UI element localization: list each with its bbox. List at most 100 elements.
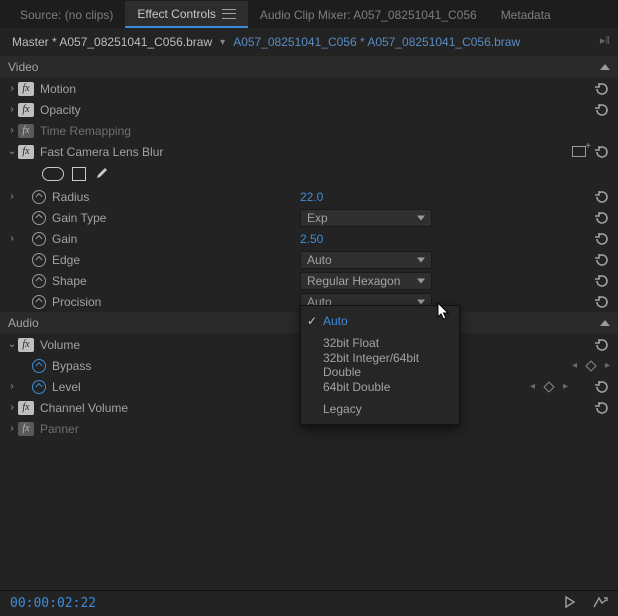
next-keyframe-icon[interactable]: ▸ xyxy=(605,360,610,371)
fx-badge-icon[interactable]: fx xyxy=(18,422,34,436)
reset-icon[interactable] xyxy=(594,103,610,117)
add-keyframe-icon[interactable] xyxy=(585,360,596,371)
reset-icon[interactable] xyxy=(594,401,610,415)
section-video[interactable]: Video xyxy=(0,56,618,78)
procision-dropdown-menu: Auto 32bit Float 32bit Integer/64bit Dou… xyxy=(300,305,460,425)
reset-icon[interactable] xyxy=(594,190,610,204)
effect-label: Time Remapping xyxy=(40,124,131,138)
clip-breadcrumb: Master * A057_08251041_C056.braw ▾ A057_… xyxy=(0,28,618,56)
dropdown-option-legacy[interactable]: Legacy xyxy=(301,398,459,420)
twisty-icon[interactable]: ⌄ xyxy=(6,339,18,350)
twisty-icon[interactable]: › xyxy=(6,191,18,202)
prop-label: Shape xyxy=(52,274,87,288)
fx-badge-icon[interactable]: fx xyxy=(18,82,34,96)
prev-keyframe-icon[interactable]: ◂ xyxy=(530,381,535,392)
reset-icon[interactable] xyxy=(594,274,610,288)
chevron-down-icon[interactable]: ▾ xyxy=(220,37,225,48)
stopwatch-icon[interactable] xyxy=(32,274,46,288)
panel-tabstrip: Source: (no clips) Effect Controls Audio… xyxy=(0,0,618,28)
stopwatch-icon[interactable] xyxy=(32,232,46,246)
effect-opacity[interactable]: › fx Opacity xyxy=(0,99,618,120)
next-keyframe-icon[interactable]: ▸ xyxy=(563,381,568,392)
stopwatch-icon[interactable] xyxy=(32,380,46,394)
stopwatch-icon[interactable] xyxy=(32,253,46,267)
create-comp-icon[interactable] xyxy=(572,146,586,157)
effect-label: Channel Volume xyxy=(40,401,128,415)
toggle-track-output-icon[interactable] xyxy=(592,595,608,612)
tab-source[interactable]: Source: (no clips) xyxy=(8,2,125,27)
reset-icon[interactable] xyxy=(594,338,610,352)
twisty-icon[interactable]: › xyxy=(6,402,18,413)
panel-menu-icon[interactable] xyxy=(222,9,236,19)
rectangle-mask-icon[interactable] xyxy=(72,167,86,181)
stopwatch-icon[interactable] xyxy=(32,190,46,204)
effect-label: Panner xyxy=(40,422,79,436)
timecode[interactable]: 00:00:02:22 xyxy=(10,596,96,611)
effect-motion[interactable]: › fx Motion xyxy=(0,78,618,99)
section-label: Audio xyxy=(8,316,39,330)
tab-effect-controls[interactable]: Effect Controls xyxy=(125,1,247,28)
select-value: Regular Hexagon xyxy=(307,274,400,288)
effect-label: Motion xyxy=(40,82,76,96)
option-label: Legacy xyxy=(323,402,362,416)
twisty-icon[interactable]: › xyxy=(6,381,18,392)
effect-label: Opacity xyxy=(40,103,81,117)
reset-icon[interactable] xyxy=(594,380,610,394)
effect-label: Volume xyxy=(40,338,80,352)
shape-select[interactable]: Regular Hexagon xyxy=(300,272,432,290)
breadcrumb-clip[interactable]: A057_08251041_C056 * A057_08251041_C056.… xyxy=(233,35,520,49)
reset-icon[interactable] xyxy=(594,295,610,309)
reset-icon[interactable] xyxy=(594,211,610,225)
dropdown-option-64bit-double[interactable]: 64bit Double xyxy=(301,376,459,398)
option-label: 32bit Integer/64bit Double xyxy=(323,351,449,379)
fx-badge-icon[interactable]: fx xyxy=(18,338,34,352)
reset-icon[interactable] xyxy=(594,253,610,267)
reset-icon[interactable] xyxy=(594,145,610,159)
fx-badge-icon[interactable]: fx xyxy=(18,124,34,138)
prop-value[interactable]: 22.0 xyxy=(300,190,323,204)
twisty-icon[interactable]: › xyxy=(6,83,18,94)
stopwatch-icon[interactable] xyxy=(32,295,46,309)
effect-time-remapping[interactable]: › fx Time Remapping xyxy=(0,120,618,141)
dropdown-option-32bit-int-64bit-double[interactable]: 32bit Integer/64bit Double xyxy=(301,354,459,376)
tab-label: Metadata xyxy=(501,8,551,22)
prop-radius: › Radius 22.0 xyxy=(0,186,618,207)
collapse-icon[interactable] xyxy=(600,64,610,70)
collapse-icon[interactable] xyxy=(600,320,610,326)
timeline-jump-icon[interactable]: ▸‖ xyxy=(600,34,610,47)
stopwatch-icon[interactable] xyxy=(32,211,46,225)
prev-keyframe-icon[interactable]: ◂ xyxy=(572,360,577,371)
prop-label: Level xyxy=(52,380,81,394)
twisty-icon[interactable]: ⌄ xyxy=(6,146,18,157)
select-value: Auto xyxy=(307,253,332,267)
tab-label: Audio Clip Mixer: A057_08251041_C056 xyxy=(260,8,477,22)
add-keyframe-icon[interactable] xyxy=(543,381,554,392)
fx-badge-icon[interactable]: fx xyxy=(18,145,34,159)
reset-icon[interactable] xyxy=(594,82,610,96)
fx-badge-icon[interactable]: fx xyxy=(18,401,34,415)
prop-label: Gain xyxy=(52,232,77,246)
gain-type-select[interactable]: Exp xyxy=(300,209,432,227)
twisty-icon[interactable]: › xyxy=(6,233,18,244)
twisty-icon[interactable]: › xyxy=(6,423,18,434)
twisty-icon[interactable]: › xyxy=(6,125,18,136)
breadcrumb-master: Master * A057_08251041_C056.braw xyxy=(12,35,212,49)
tab-metadata[interactable]: Metadata xyxy=(489,2,563,27)
ellipse-mask-icon[interactable] xyxy=(42,167,64,181)
play-only-icon[interactable] xyxy=(562,595,578,612)
dropdown-option-auto[interactable]: Auto xyxy=(301,310,459,332)
pen-mask-icon[interactable] xyxy=(94,165,110,184)
edge-select[interactable]: Auto xyxy=(300,251,432,269)
prop-label: Gain Type xyxy=(52,211,106,225)
reset-icon[interactable] xyxy=(594,232,610,246)
prop-value[interactable]: 2.50 xyxy=(300,232,323,246)
mask-shape-tools xyxy=(0,162,618,186)
tab-audio-clip-mixer[interactable]: Audio Clip Mixer: A057_08251041_C056 xyxy=(248,2,489,27)
stopwatch-icon[interactable] xyxy=(32,359,46,373)
effect-fast-camera-lens-blur[interactable]: ⌄ fx Fast Camera Lens Blur xyxy=(0,141,618,162)
timeline-footer: 00:00:02:22 xyxy=(0,590,618,616)
prop-edge: › Edge Auto xyxy=(0,249,618,270)
effect-label: Fast Camera Lens Blur xyxy=(40,145,163,159)
fx-badge-icon[interactable]: fx xyxy=(18,103,34,117)
twisty-icon[interactable]: › xyxy=(6,104,18,115)
